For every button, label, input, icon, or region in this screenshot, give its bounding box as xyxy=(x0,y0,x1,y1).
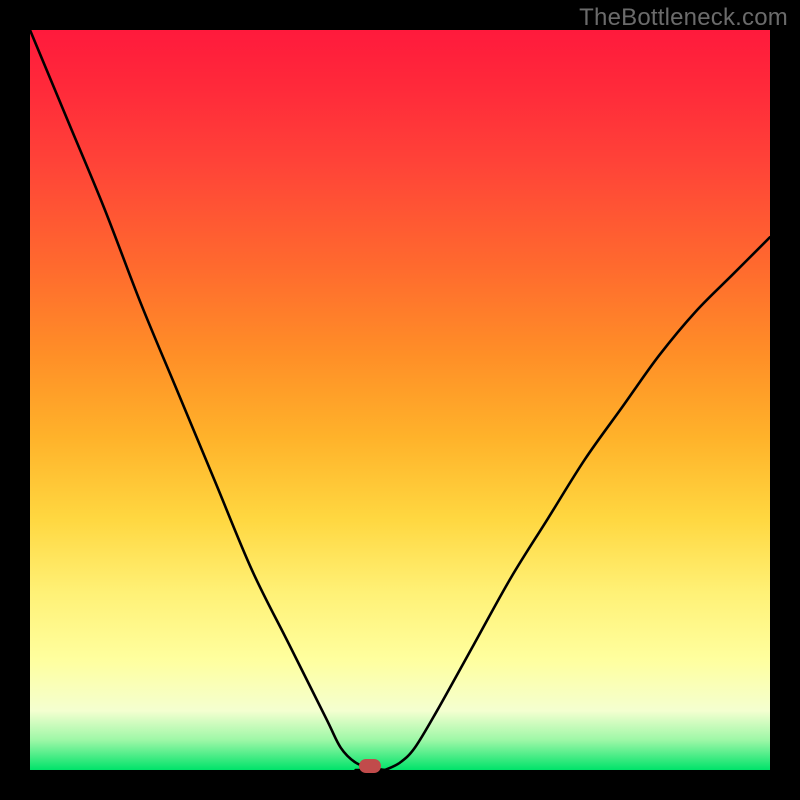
curve-right-branch xyxy=(385,237,770,770)
watermark-text: TheBottleneck.com xyxy=(579,4,788,32)
bottleneck-curve xyxy=(30,30,770,770)
chart-frame: TheBottleneck.com xyxy=(0,0,800,800)
curve-left-branch xyxy=(30,30,385,770)
optimal-marker xyxy=(359,759,381,773)
